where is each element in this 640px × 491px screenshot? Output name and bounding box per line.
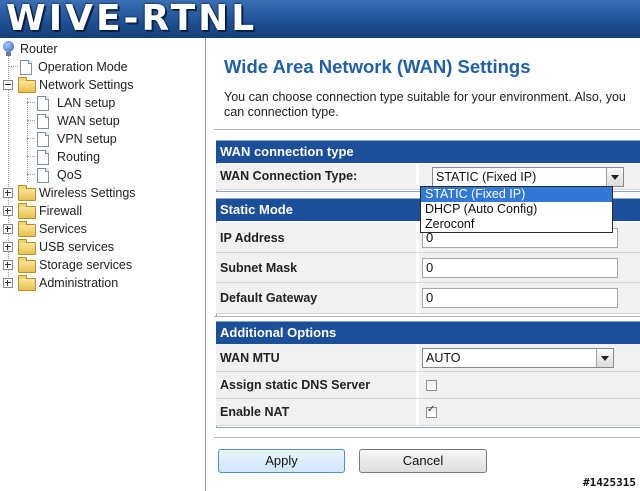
collapse-icon[interactable]	[3, 80, 13, 90]
wan-mtu-row: WAN MTU AUTO	[216, 344, 640, 372]
divider	[214, 437, 640, 438]
expand-icon[interactable]	[3, 260, 13, 270]
folder-icon	[18, 239, 36, 255]
tree-line	[27, 120, 35, 121]
wan-mtu-select[interactable]: AUTO	[422, 348, 614, 368]
divider	[214, 129, 640, 130]
subnet-mask-row: Subnet Mask	[216, 253, 640, 283]
folder-icon	[18, 275, 36, 291]
folder-icon	[18, 185, 36, 201]
folder-icon	[18, 221, 36, 237]
enable-nat-row: Enable NAT	[216, 399, 640, 426]
chevron-down-icon[interactable]	[606, 168, 623, 186]
static-dns-row: Assign static DNS Server	[216, 372, 640, 399]
page-description: You can choose connection type suitable …	[224, 90, 626, 119]
tree-line	[8, 66, 18, 67]
page-icon	[37, 114, 49, 129]
brand-logo: WIVE-RTNL	[6, 0, 258, 38]
subnet-mask-input[interactable]	[422, 258, 618, 278]
expand-icon[interactable]	[3, 242, 13, 252]
expand-icon[interactable]	[3, 188, 13, 198]
router-globe-icon	[3, 41, 14, 56]
enable-nat-checkbox[interactable]	[426, 404, 437, 418]
header-banner: WIVE-RTNL	[0, 0, 640, 38]
option-static[interactable]: STATIC (Fixed IP)	[421, 187, 612, 202]
page-icon	[37, 168, 49, 183]
default-gateway-row: Default Gateway	[216, 283, 640, 314]
folder-open-icon	[18, 77, 36, 93]
expand-icon[interactable]	[3, 224, 13, 234]
chevron-down-icon[interactable]	[596, 349, 613, 367]
folder-icon	[18, 203, 36, 219]
tree-line	[27, 102, 35, 103]
page-icon	[37, 132, 49, 147]
watermark-text: #1425315	[583, 476, 636, 489]
tree-line	[27, 98, 28, 182]
expand-icon[interactable]	[3, 206, 13, 216]
tree-line	[27, 156, 35, 157]
wan-connection-type-options[interactable]: STATIC (Fixed IP) DHCP (Auto Config) Zer…	[420, 186, 613, 233]
apply-button[interactable]: Apply	[218, 449, 345, 473]
wan-section-header: WAN connection type	[216, 141, 640, 163]
wan-connection-type-select[interactable]: STATIC (Fixed IP)	[432, 167, 624, 187]
main-content: Wide Area Network (WAN) Settings You can…	[206, 38, 640, 491]
option-dhcp[interactable]: DHCP (Auto Config)	[421, 202, 612, 217]
additional-section-header: Additional Options	[216, 322, 640, 344]
page-title: Wide Area Network (WAN) Settings	[224, 56, 531, 77]
page-icon	[37, 150, 49, 165]
static-dns-checkbox[interactable]	[426, 380, 437, 391]
page-icon	[37, 96, 49, 111]
tree-line	[27, 138, 35, 139]
tree-line	[27, 174, 35, 175]
option-zeroconf[interactable]: Zeroconf	[421, 217, 612, 232]
cancel-button[interactable]: Cancel	[359, 449, 487, 473]
expand-icon[interactable]	[3, 278, 13, 288]
divider	[214, 316, 640, 317]
sidebar-nav-tree: Router Operation Mode Network Settings L…	[0, 38, 206, 491]
folder-icon	[18, 257, 36, 273]
page-icon	[20, 60, 32, 75]
default-gateway-input[interactable]	[422, 288, 618, 308]
